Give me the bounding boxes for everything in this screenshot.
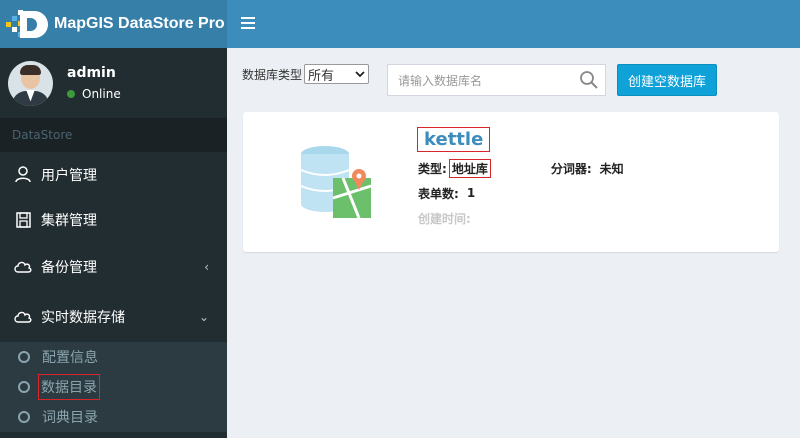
submenu-item-label: 词典目录 xyxy=(42,410,98,426)
submenu-item-label: 配置信息 xyxy=(42,350,98,366)
chevron-left-icon: ‹ xyxy=(204,260,209,274)
user-status-label: Online xyxy=(82,87,121,101)
db-type-selected: 所有 xyxy=(308,68,335,84)
menu-toggle-icon[interactable] xyxy=(241,17,255,29)
sidebar-item-label: 备份管理 xyxy=(41,260,97,276)
db-type-label: 数据库类型 xyxy=(242,67,303,82)
db-type-field-label: 类型: xyxy=(418,161,447,176)
created-time-label: 创建时间: xyxy=(418,211,471,226)
user-status: Online xyxy=(67,87,121,101)
cloud-icon xyxy=(14,258,32,276)
tokenizer-label: 分词器: xyxy=(550,161,592,176)
search-placeholder: 请输入数据库名 xyxy=(398,73,483,88)
mapgis-logo-icon xyxy=(6,10,48,38)
app-title: MapGIS DataStore Pro xyxy=(54,15,225,32)
database-name-link[interactable]: kettle xyxy=(417,127,491,152)
filter-toolbar: 数据库类型 所有 xyxy=(242,64,370,84)
user-name: admin xyxy=(67,65,116,81)
tokenizer-value: 未知 xyxy=(599,161,624,176)
online-dot-icon xyxy=(67,90,75,98)
tokenizer-field: 分词器: 未知 xyxy=(551,160,624,177)
circle-icon xyxy=(18,351,30,363)
sidebar-item-realtime-storage[interactable]: 实时数据存储 ⌄ xyxy=(0,292,227,342)
menu-header: DataStore xyxy=(0,118,227,152)
database-map-icon xyxy=(300,146,372,219)
tables-count-value: 1 xyxy=(466,186,476,200)
submenu-realtime-storage: 配置信息 数据目录 词典目录 xyxy=(0,342,227,432)
logo-bar: MapGIS DataStore Pro xyxy=(0,0,227,48)
sidebar-item-label: 实时数据存储 xyxy=(41,310,125,326)
save-icon xyxy=(14,211,32,229)
circle-icon xyxy=(18,411,30,423)
create-database-button[interactable]: 创建空数据库 xyxy=(617,64,717,96)
sidebar-item-cluster-management[interactable]: 集群管理 xyxy=(0,197,227,242)
main-content: 数据库类型 所有 请输入数据库名 创建空数据库 kettle 类型: 地址库 分… xyxy=(227,48,800,438)
search-icon[interactable] xyxy=(579,70,599,90)
user-icon xyxy=(14,166,32,184)
sidebar-item-backup-management[interactable]: 备份管理 ‹ xyxy=(0,242,227,292)
db-search-input[interactable]: 请输入数据库名 xyxy=(387,64,606,96)
tables-count-label: 表单数: xyxy=(418,186,459,201)
circle-icon xyxy=(18,381,30,393)
db-type-value: 地址库 xyxy=(448,158,491,178)
chevron-down-icon xyxy=(355,71,365,78)
cloud-icon xyxy=(14,308,32,326)
submenu-item-data-catalog[interactable]: 数据目录 xyxy=(0,372,227,402)
database-info: kettle 类型: 地址库 分词器: 未知 表单数: 1 创建时间: xyxy=(417,127,624,227)
db-type-select[interactable]: 所有 xyxy=(304,64,370,84)
chevron-down-icon: ⌄ xyxy=(198,310,209,324)
sidebar-item-label: 集群管理 xyxy=(41,212,97,229)
sidebar-item-user-management[interactable]: 用户管理 xyxy=(0,152,227,197)
db-type-field: 类型: 地址库 xyxy=(418,158,491,178)
avatar xyxy=(8,60,53,106)
submenu-item-config[interactable]: 配置信息 xyxy=(0,342,227,372)
sidebar-item-label: 用户管理 xyxy=(41,167,97,184)
user-panel: admin Online xyxy=(0,48,227,118)
top-navbar xyxy=(227,0,800,48)
database-card[interactable]: kettle 类型: 地址库 分词器: 未知 表单数: 1 创建时间: xyxy=(243,112,779,252)
submenu-item-dictionary-catalog[interactable]: 词典目录 xyxy=(0,402,227,432)
submenu-item-label: 数据目录 xyxy=(38,374,100,400)
sidebar: MapGIS DataStore Pro admin Online DataSt… xyxy=(0,0,227,438)
